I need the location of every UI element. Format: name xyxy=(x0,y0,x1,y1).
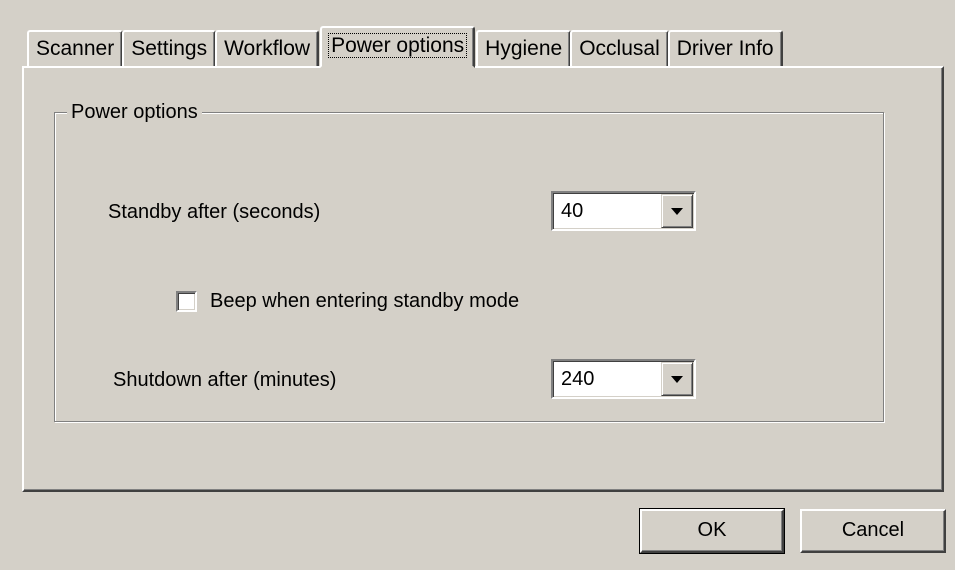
power-options-dialog: Scanner Settings Workflow Power options … xyxy=(0,0,955,570)
tab-label: Hygiene xyxy=(485,37,563,60)
shutdown-dropdown-button[interactable] xyxy=(661,362,693,396)
tab-label: Scanner xyxy=(36,37,115,60)
chevron-down-icon xyxy=(671,376,683,383)
standby-label: Standby after (seconds) xyxy=(108,201,321,223)
standby-value: 40 xyxy=(561,200,584,222)
ok-button[interactable]: OK xyxy=(639,508,785,554)
shutdown-combo[interactable]: 240 xyxy=(551,359,696,399)
standby-combo[interactable]: 40 xyxy=(551,191,696,231)
tab-driver-info[interactable]: Driver Info xyxy=(667,30,783,68)
beep-checkbox[interactable] xyxy=(176,290,197,312)
beep-checkbox-row[interactable]: Beep when entering standby mode xyxy=(176,288,519,314)
shutdown-label: Shutdown after (minutes) xyxy=(113,369,337,391)
tab-power-options[interactable]: Power options xyxy=(320,26,476,68)
tab-occlusal[interactable]: Occlusal xyxy=(570,30,669,68)
tab-settings[interactable]: Settings xyxy=(122,30,217,68)
tab-scanner[interactable]: Scanner xyxy=(27,30,124,68)
power-options-group: Power options Standby after (seconds) 40… xyxy=(54,99,884,422)
tab-label: Occlusal xyxy=(579,37,660,60)
beep-label: Beep when entering standby mode xyxy=(210,290,520,312)
tab-strip: Scanner Settings Workflow Power options … xyxy=(27,26,783,68)
tab-label: Settings xyxy=(131,37,208,60)
shutdown-value: 240 xyxy=(561,368,595,390)
tab-workflow[interactable]: Workflow xyxy=(215,30,320,68)
cancel-button[interactable]: Cancel xyxy=(800,509,946,553)
standby-dropdown-button[interactable] xyxy=(661,194,693,228)
group-title: Power options xyxy=(67,99,202,125)
chevron-down-icon xyxy=(671,208,683,215)
tab-label: Workflow xyxy=(224,37,311,60)
tab-panel: Power options Standby after (seconds) 40… xyxy=(22,66,944,492)
tab-label: Driver Info xyxy=(676,37,774,60)
tab-label: Power options xyxy=(328,33,468,58)
tab-hygiene[interactable]: Hygiene xyxy=(476,30,572,68)
